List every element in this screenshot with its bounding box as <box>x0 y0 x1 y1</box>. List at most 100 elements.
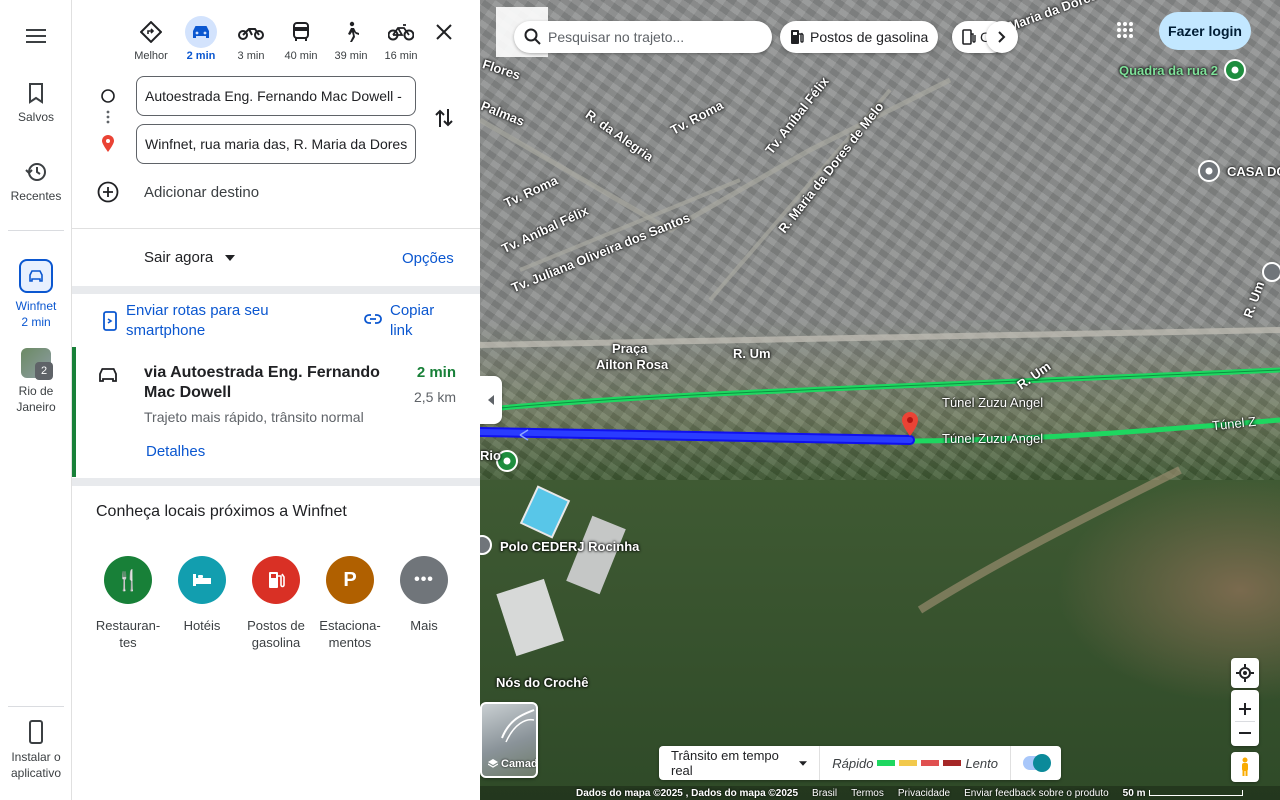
map-canvas[interactable]: Flores Palmas R. da Alegria Tv. Roma Tv.… <box>480 0 1280 800</box>
nearby-hotels[interactable]: Hotéis <box>165 556 239 633</box>
mode-car[interactable]: 2 min <box>176 14 226 62</box>
pegman-icon <box>1242 757 1248 776</box>
link-icon <box>364 314 382 324</box>
street-view-pegman[interactable] <box>1231 752 1259 782</box>
mode-label: 39 min <box>334 50 368 62</box>
nearby-gas-stations[interactable]: Postos de gasolina <box>239 556 313 650</box>
map-label: Polo CEDERJ Rocinha <box>500 539 640 554</box>
gas-pump-icon <box>791 30 804 44</box>
mode-best[interactable]: Melhor <box>126 14 176 62</box>
login-button[interactable]: Fazer login <box>1159 12 1251 50</box>
city-label-1: Rio de <box>18 384 54 398</box>
mode-transit[interactable]: 40 min <box>276 14 326 62</box>
walk-icon <box>348 21 359 42</box>
scale-bar[interactable]: 50 m <box>1123 788 1244 799</box>
bus-icon <box>293 22 309 41</box>
route-summary: Trajeto mais rápido, trânsito normal <box>144 409 364 425</box>
gas-stations-chip[interactable]: Postos de gasolina <box>780 21 939 53</box>
collapse-panel-button[interactable] <box>480 376 502 424</box>
caret-down-icon <box>225 254 236 261</box>
mode-walk[interactable]: 39 min <box>326 14 376 62</box>
attribution-data: Dados do mapa ©2025 , Dados do mapa ©202… <box>576 787 799 799</box>
city-thumbnail: 2 <box>21 348 53 380</box>
send-to-phone-button[interactable]: Enviar rotas para seu smartphone <box>126 301 296 341</box>
chips-scroll-right-button[interactable] <box>986 21 1018 53</box>
privacy-link[interactable]: Privacidade <box>898 788 950 799</box>
route-distance: 2,5 km <box>413 389 456 405</box>
nearby-more[interactable]: ••• Mais <box>387 556 461 633</box>
zoom-out-icon[interactable] <box>1239 731 1251 734</box>
chevron-right-icon <box>998 31 1006 43</box>
mode-label: 3 min <box>237 50 265 62</box>
divider <box>72 228 480 229</box>
cat-label-1: Restauran- <box>95 618 161 633</box>
cat-label-1: Hotéis <box>183 618 221 633</box>
feedback-link[interactable]: Enviar feedback sobre o produto <box>964 788 1109 799</box>
section-divider <box>72 478 480 486</box>
mode-label: Melhor <box>134 50 168 62</box>
chevron-left-icon <box>488 395 494 405</box>
traffic-swatch-very-slow <box>943 760 962 766</box>
options-button[interactable]: Opções <box>402 250 454 267</box>
terms-link[interactable]: Termos <box>851 788 884 799</box>
bookmark-icon <box>29 83 43 104</box>
map-label: Nós do Crochê <box>496 675 589 690</box>
zoom-in-icon[interactable] <box>1239 702 1251 715</box>
swap-icon[interactable] <box>434 106 454 130</box>
toggle-track <box>1023 754 1051 772</box>
saved-button[interactable]: Salvos <box>0 82 72 124</box>
recent-city-rio[interactable]: 2 Rio de Janeiro <box>0 348 72 414</box>
layers-label: Camadas <box>501 758 538 770</box>
travel-modes: Melhor 2 min 3 min 40 min 39 min 16 min <box>126 14 426 62</box>
recent-trip-winfnet[interactable]: Winfnet 2 min <box>0 259 72 329</box>
mode-label: 16 min <box>384 50 418 62</box>
attribution-country: Brasil <box>812 787 838 799</box>
route-option-card[interactable]: via Autoestrada Eng. Fernando Mac Dowell… <box>72 347 480 477</box>
map-label: Túnel Zuzu Angel <box>942 431 1044 446</box>
slow-label: Lento <box>965 755 998 771</box>
menu-button[interactable] <box>0 26 72 52</box>
traffic-dropdown[interactable]: Trânsito em tempo real <box>659 746 821 780</box>
zoom-controls <box>1231 690 1259 746</box>
install-label-2: aplicativo <box>10 766 62 780</box>
nearby-restaurants[interactable]: 🍴 Restauran- tes <box>91 556 165 650</box>
mode-bike[interactable]: 16 min <box>376 14 426 62</box>
nearby-parking[interactable]: P Estaciona- mentos <box>313 556 387 650</box>
depart-time-dropdown[interactable]: Sair agora <box>144 249 236 266</box>
nearby-title: Conheça locais próximos a Winfnet <box>96 503 347 520</box>
bike-icon <box>388 24 414 41</box>
directions-panel: Melhor 2 min 3 min 40 min 39 min 16 min … <box>72 0 480 800</box>
details-button[interactable]: Detalhes <box>146 443 205 460</box>
more-dots-icon: ••• <box>400 556 448 604</box>
close-icon[interactable] <box>432 20 456 44</box>
mode-motorcycle[interactable]: 3 min <box>226 14 276 62</box>
car-icon <box>193 26 209 38</box>
gas-pump-icon <box>962 29 976 45</box>
cat-label-1: Postos de <box>247 618 305 633</box>
install-app-button[interactable]: Instalar o aplicativo <box>0 720 72 780</box>
map-label: Rio <box>480 448 501 463</box>
caret-down-icon <box>799 760 808 766</box>
route-search-input[interactable]: Pesquisar no trajeto... <box>514 21 772 53</box>
scale-label: 50 m <box>1122 787 1146 799</box>
rail-divider <box>8 230 64 231</box>
map-label: Ailton Rosa <box>596 357 669 372</box>
my-location-button[interactable] <box>1231 658 1259 688</box>
car-icon <box>99 368 117 382</box>
layers-button[interactable]: Camadas <box>480 702 538 778</box>
origin-input[interactable]: Autoestrada Eng. Fernando Mac Dowell - <box>136 76 416 116</box>
copy-link-button[interactable]: Copiar link <box>390 301 460 341</box>
parking-icon: P <box>326 556 374 604</box>
traffic-label: Trânsito em tempo real <box>671 748 779 778</box>
recents-label: Recentes <box>10 189 62 203</box>
gas-chip-label: Postos de gasolina <box>810 29 929 45</box>
add-destination-button[interactable]: Adicionar destino <box>144 184 259 201</box>
recents-button[interactable]: Recentes <box>0 161 72 203</box>
traffic-swatch-slow <box>921 760 940 766</box>
traffic-toggle[interactable] <box>1011 754 1061 772</box>
apps-grid-icon[interactable] <box>1116 21 1134 39</box>
map-label: Quadra da rua 2 <box>1119 63 1218 78</box>
fork-knife-icon: 🍴 <box>104 556 152 604</box>
layers-icon <box>488 759 498 768</box>
destination-input[interactable]: Winfnet, rua maria das, R. Maria da Dore… <box>136 124 416 164</box>
